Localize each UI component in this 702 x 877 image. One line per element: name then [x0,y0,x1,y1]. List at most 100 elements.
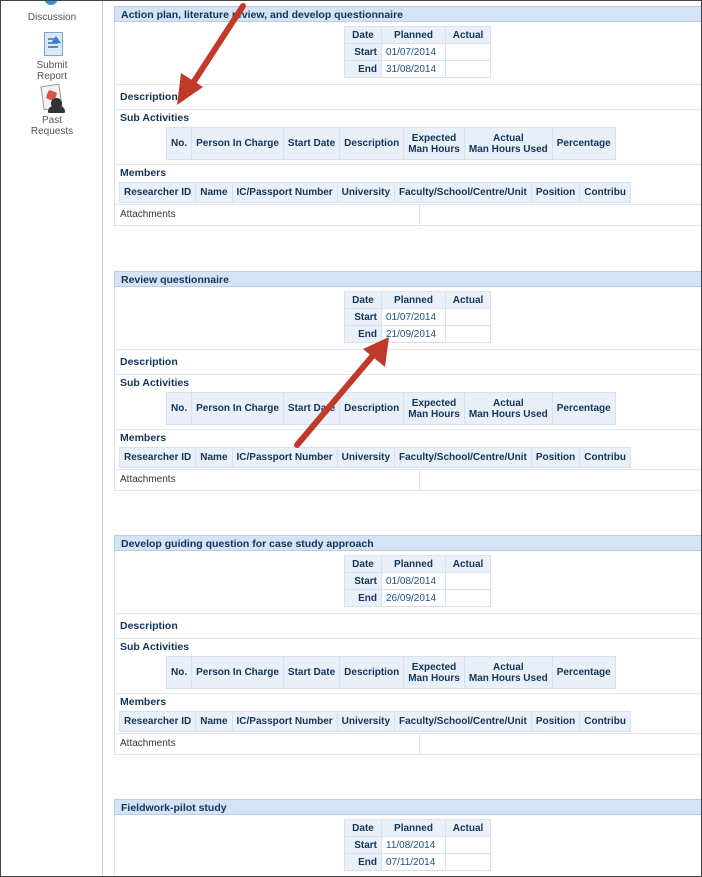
discussion-icon[interactable] [44,1,58,5]
sub-activities-label: Sub Activities [120,641,190,653]
member-col-header: Faculty/School/Centre/Unit [394,182,532,203]
planned-start: 01/07/2014 [381,43,446,61]
dates-header-date: Date [344,26,382,44]
dates-table: Date Planned Actual Start 01/07/2014 End 21/… [344,291,491,343]
planned-start: 01/08/2014 [381,572,446,590]
sub-activity-col-header: Actual Man Hours Used [463,127,553,160]
members-label: Members [120,167,167,179]
member-col-header: University [336,711,396,732]
sub-activity-col-header: Percentage [551,392,616,425]
member-col-header: Researcher ID [118,182,197,203]
sub-activity-col-header: Start Date [282,127,341,160]
actual-end [445,325,491,343]
planned-end: 07/11/2014 [381,853,446,871]
activity-section: Develop guiding question for case study … [114,535,701,755]
nav-discussion[interactable]: Discussion [1,12,103,23]
sub-activities-label: Sub Activities [120,112,190,124]
nav-past-label-line1: Past [41,115,62,126]
sub-activity-col-header: Percentage [551,656,616,689]
dates-header-actual: Actual [445,26,491,44]
sub-activities-table: No. Person In Charge Start Date Description… [165,127,616,160]
attachments-row: Attachments [115,734,701,755]
members-label: Members [120,432,167,444]
activity-section: Fieldwork-pilot study Date Planned Actual … [114,799,701,876]
sub-activity-col-header: Percentage [551,127,616,160]
nav-past-requests[interactable]: Past Requests [1,83,103,137]
members-table: Researcher ID Name IC/Passport Number Unive… [118,447,631,468]
dates-table: Date Planned Actual Start 01/07/2014 End 31/… [344,26,491,78]
start-label: Start [344,836,382,854]
actual-start [445,572,491,590]
sub-activity-col-header: No. [165,656,193,689]
nav-submit-report[interactable]: Submit Report [1,32,103,82]
actual-end [445,589,491,607]
start-label: Start [344,308,382,326]
sub-activity-col-header: Person In Charge [191,392,284,425]
actual-start [445,43,491,61]
dates-area: Date Planned Actual Start 11/08/2014 End 07/… [115,815,701,876]
attachments-label: Attachments [120,474,176,485]
nav-discussion-label: Discussion [27,12,77,23]
dates-header-date: Date [344,819,382,837]
members-table: Researcher ID Name IC/Passport Number Unive… [118,182,631,203]
dates-header-planned: Planned [381,291,446,309]
planned-start: 11/08/2014 [381,836,446,854]
end-label: End [344,589,382,607]
member-col-header: IC/Passport Number [231,182,338,203]
member-col-header: Contribu [579,447,631,468]
description-label: Description [115,614,701,639]
member-col-header: Researcher ID [118,447,197,468]
end-label: End [344,853,382,871]
sub-activity-col-header: Start Date [282,392,341,425]
attachments-label: Attachments [120,209,176,220]
member-col-header: University [336,447,396,468]
dates-header-planned: Planned [381,26,446,44]
sub-activity-col-header: Expected Man Hours [403,656,465,689]
end-label: End [344,325,382,343]
member-col-header: Faculty/School/Centre/Unit [394,711,532,732]
start-label: Start [344,572,382,590]
dates-area: Date Planned Actual Start 01/07/2014 End 31/… [115,22,701,85]
attachments-row: Attachments [115,205,701,226]
actual-end [445,60,491,78]
sub-activity-col-header: No. [165,127,193,160]
member-col-header: IC/Passport Number [231,447,338,468]
planned-end: 21/09/2014 [381,325,446,343]
nav-submit-label-line2: Report [36,71,67,82]
member-col-header: Contribu [579,182,631,203]
member-col-header: Name [195,447,233,468]
member-col-header: Position [530,447,581,468]
dates-header-planned: Planned [381,555,446,573]
dates-header-date: Date [344,555,382,573]
activity-title: Action plan, literature review, and deve… [114,6,701,22]
members-label: Members [120,696,167,708]
member-col-header: Position [530,182,581,203]
sub-activity-col-header: Actual Man Hours Used [463,392,553,425]
sub-activities-label: Sub Activities [120,377,190,389]
sub-activity-col-header: Person In Charge [191,127,284,160]
nav-submit-label-line1: Submit [36,60,68,71]
attachments-label: Attachments [120,738,176,749]
member-col-header: Name [195,182,233,203]
actual-start [445,836,491,854]
activity-title: Review questionnaire [114,271,701,287]
activity-title: Fieldwork-pilot study [114,799,701,815]
member-col-header: Name [195,711,233,732]
sub-activity-col-header: Description [339,127,405,160]
nav-past-label-line2: Requests [30,126,74,137]
member-col-header: University [336,182,396,203]
nav-divider [102,1,103,876]
sub-activity-col-header: Description [339,392,405,425]
sub-activity-col-header: Expected Man Hours [403,127,465,160]
member-col-header: IC/Passport Number [231,711,338,732]
activity-section: Action plan, literature review, and deve… [114,6,701,226]
dates-header-date: Date [344,291,382,309]
sub-activity-col-header: Expected Man Hours [403,392,465,425]
sub-activities-table: No. Person In Charge Start Date Description… [165,656,616,689]
sub-activity-col-header: Description [339,656,405,689]
sub-activity-col-header: No. [165,392,193,425]
description-label: Description [115,85,701,110]
sub-activity-col-header: Start Date [282,656,341,689]
dates-header-actual: Actual [445,291,491,309]
dates-table: Date Planned Actual Start 11/08/2014 End 07/… [344,819,491,871]
